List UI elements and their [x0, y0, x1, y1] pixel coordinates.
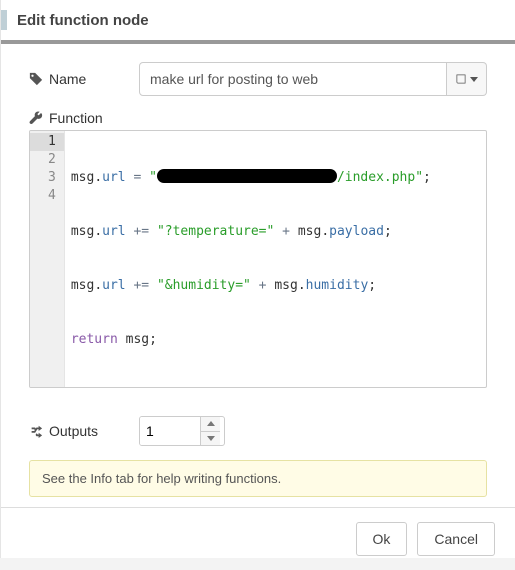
outputs-spinner	[139, 416, 225, 446]
outputs-increment[interactable]	[201, 417, 220, 432]
code-line: msg.url = "/index.php";	[71, 169, 480, 187]
code-editor[interactable]: 1 2 3 4 msg.url = "/index.php"; msg.url …	[29, 130, 487, 388]
gutter-line: 2	[48, 151, 56, 169]
outputs-label: Outputs	[29, 423, 129, 439]
chevron-down-icon	[207, 436, 215, 441]
dialog-title: Edit function node	[17, 12, 149, 29]
info-tip-text: See the Info tab for help writing functi…	[42, 471, 281, 486]
code-line: return msg;	[71, 331, 480, 349]
dialog-footer: Ok Cancel	[1, 507, 515, 570]
name-input-group	[139, 62, 487, 96]
dialog-titlebar: Edit function node	[1, 0, 515, 44]
function-label: Function	[29, 110, 487, 126]
gutter-line: 3	[48, 169, 56, 187]
edit-function-dialog: Edit function node Name	[0, 0, 515, 558]
ok-button[interactable]: Ok	[356, 522, 408, 556]
tag-icon	[29, 72, 43, 86]
redacted-url	[157, 169, 337, 183]
editor-gutter: 1 2 3 4	[30, 131, 65, 387]
cancel-button[interactable]: Cancel	[417, 522, 495, 556]
dialog-body: Name Function 1 2 3	[1, 44, 515, 507]
outputs-input[interactable]	[140, 417, 200, 445]
spinner-buttons	[200, 417, 220, 445]
name-label: Name	[29, 71, 129, 87]
book-icon	[455, 73, 467, 85]
function-row: Function 1 2 3 4 msg.url = "/index.php";…	[29, 110, 487, 402]
shuffle-icon	[29, 424, 43, 438]
name-library-button[interactable]	[447, 62, 487, 96]
wrench-icon	[29, 111, 43, 125]
info-tip: See the Info tab for help writing functi…	[29, 460, 487, 497]
outputs-row: Outputs	[29, 416, 487, 446]
outputs-decrement[interactable]	[201, 432, 220, 446]
title-accent	[1, 10, 7, 30]
chevron-down-icon	[470, 77, 478, 82]
name-label-text: Name	[49, 71, 86, 87]
gutter-line: 1	[30, 133, 64, 151]
function-label-text: Function	[49, 110, 103, 126]
code-line: msg.url += "&humidity=" + msg.humidity;	[71, 277, 480, 295]
outputs-label-text: Outputs	[49, 423, 98, 439]
chevron-up-icon	[207, 421, 215, 426]
gutter-line: 4	[48, 187, 56, 205]
code-line: msg.url += "?temperature=" + msg.payload…	[71, 223, 480, 241]
editor-content[interactable]: msg.url = "/index.php"; msg.url += "?tem…	[65, 131, 486, 387]
name-row: Name	[29, 62, 487, 96]
name-input[interactable]	[139, 62, 447, 96]
